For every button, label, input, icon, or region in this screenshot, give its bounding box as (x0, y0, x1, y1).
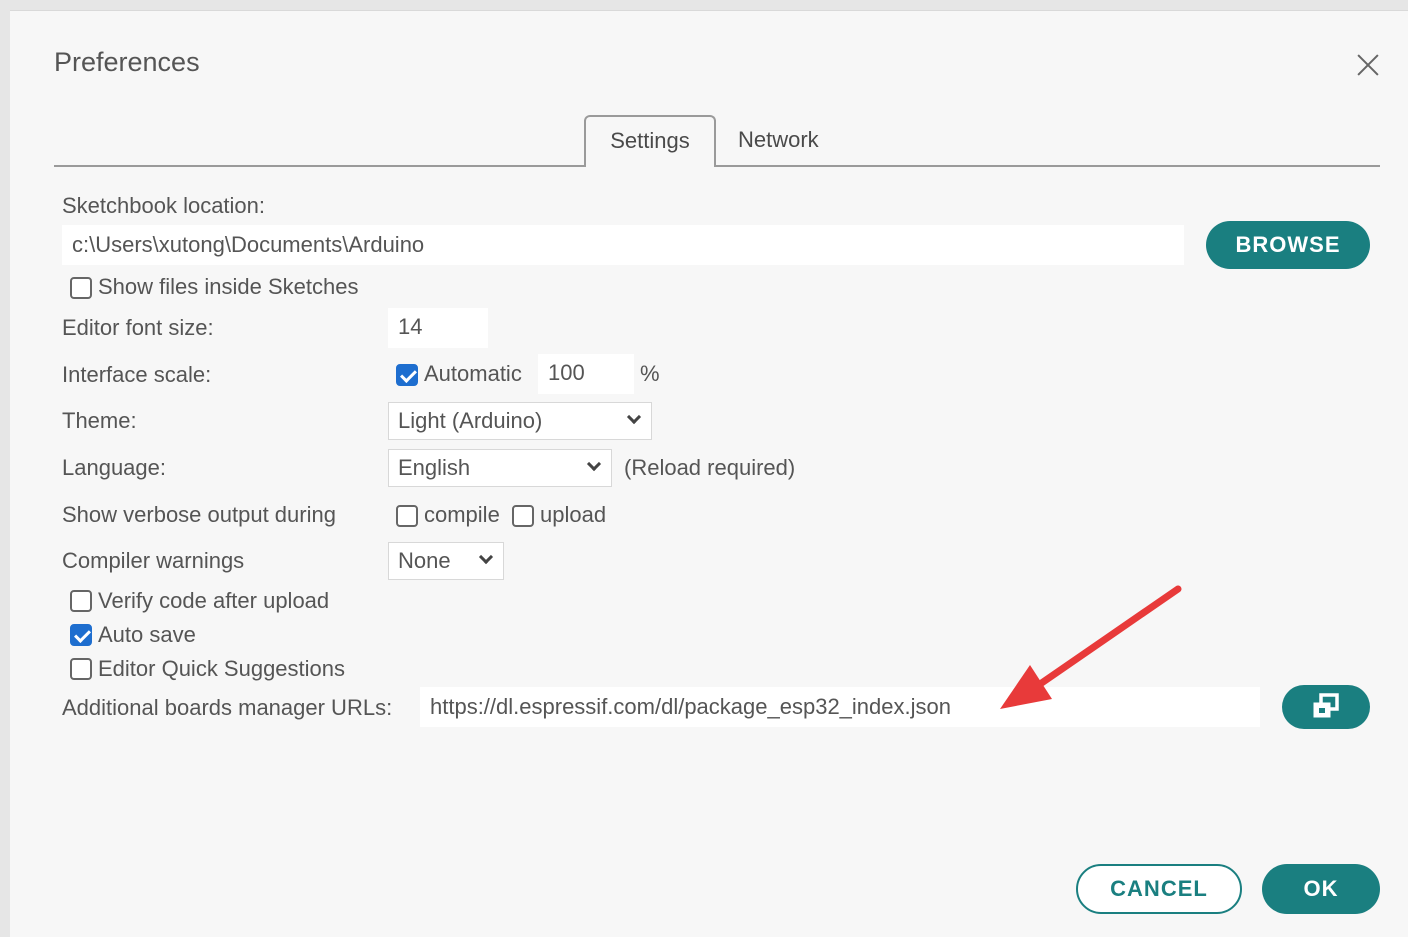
chevron-down-icon (626, 409, 642, 425)
browse-button[interactable]: BROWSE (1206, 221, 1370, 269)
auto-save-checkbox[interactable] (70, 624, 92, 646)
chevron-down-icon (478, 549, 494, 565)
show-files-checkbox[interactable] (70, 277, 92, 299)
auto-save-label: Auto save (98, 622, 196, 647)
compiler-warnings-label: Compiler warnings (62, 548, 245, 573)
close-icon[interactable] (1354, 51, 1382, 79)
editor-quick-suggestions-label: Editor Quick Suggestions (98, 656, 346, 681)
cancel-button[interactable]: CANCEL (1076, 864, 1242, 914)
interface-scale-input[interactable]: 100 (538, 354, 634, 394)
upload-checkbox[interactable] (512, 505, 534, 527)
chevron-down-icon (586, 456, 602, 472)
theme-label: Theme: (62, 408, 137, 433)
window-restore-icon (1313, 693, 1339, 718)
show-files-label: Show files inside Sketches (98, 274, 359, 299)
dialog-title: Preferences (54, 47, 200, 77)
reload-required-note: (Reload required) (624, 455, 796, 480)
upload-label: upload (540, 502, 607, 527)
boards-manager-edit-button[interactable] (1282, 685, 1370, 729)
verbose-output-label: Show verbose output during (62, 502, 336, 527)
verify-code-label: Verify code after upload (98, 588, 330, 613)
language-select[interactable]: English (388, 449, 612, 487)
compiler-warnings-select[interactable]: None (388, 542, 504, 580)
compile-label: compile (424, 502, 500, 527)
editor-font-size-input[interactable]: 14 (388, 308, 488, 348)
boards-manager-label: Additional boards manager URLs: (62, 695, 393, 720)
sketchbook-location-label: Sketchbook location: (62, 193, 266, 218)
theme-select-value: Light (Arduino) (398, 408, 543, 433)
preferences-dialog: Preferences Settings Network Sketchbook … (10, 10, 1408, 937)
tab-settings[interactable]: Settings (584, 115, 716, 167)
tab-divider (54, 165, 1380, 167)
compiler-warnings-value: None (398, 548, 451, 573)
interface-scale-label: Interface scale: (62, 362, 212, 387)
automatic-checkbox[interactable] (396, 364, 418, 386)
sketchbook-location-input[interactable]: c:\Users\xutong\Documents\Arduino (62, 225, 1184, 265)
language-label: Language: (62, 455, 166, 480)
annotation-arrow (1000, 585, 1182, 709)
editor-quick-suggestions-checkbox[interactable] (70, 658, 92, 680)
automatic-label: Automatic (424, 361, 522, 386)
editor-font-size-label: Editor font size: (62, 315, 214, 340)
verify-code-checkbox[interactable] (70, 590, 92, 612)
language-select-value: English (398, 455, 471, 480)
theme-select[interactable]: Light (Arduino) (388, 402, 652, 440)
interface-scale-unit: % (640, 361, 660, 386)
tab-network[interactable]: Network (738, 115, 819, 165)
ok-button[interactable]: OK (1262, 864, 1380, 914)
compile-checkbox[interactable] (396, 505, 418, 527)
